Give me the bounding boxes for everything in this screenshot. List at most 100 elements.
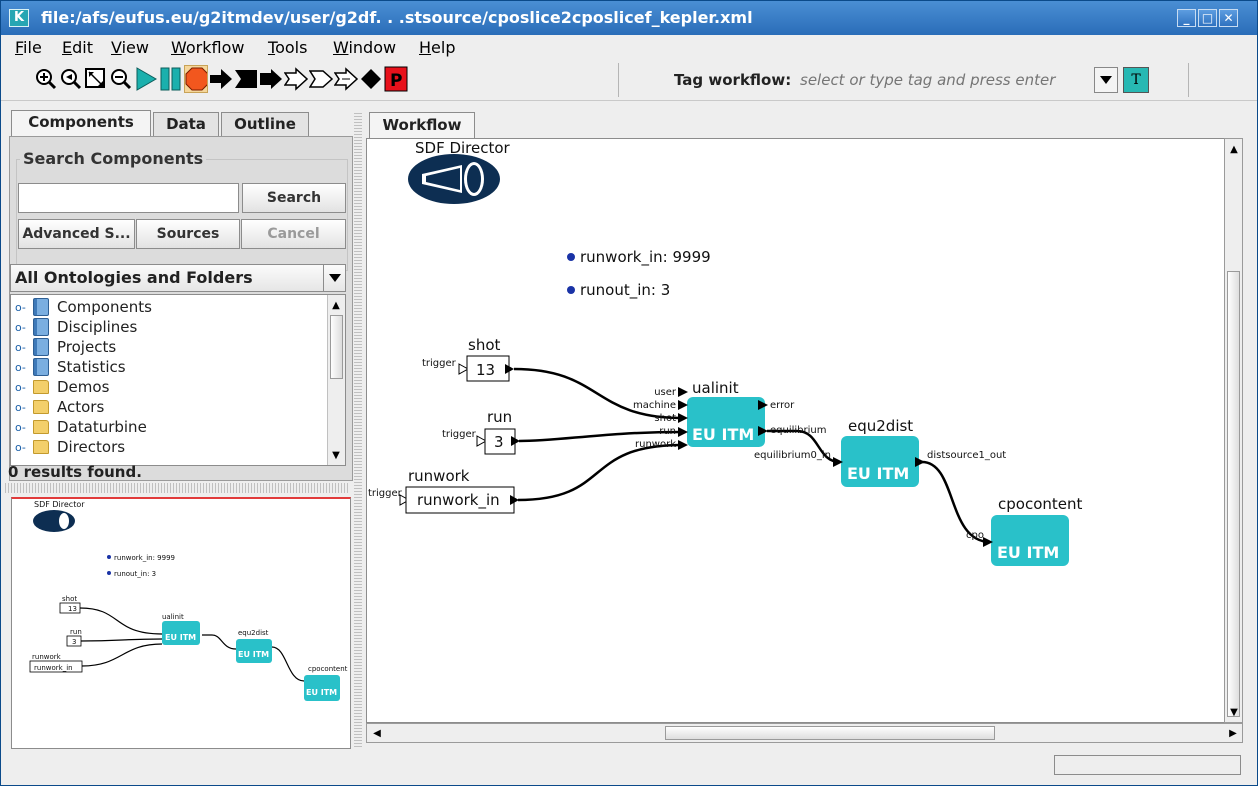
book-icon xyxy=(33,338,49,356)
menu-view[interactable]: View xyxy=(111,38,149,57)
cpocontent-port-cpo: cpo xyxy=(966,530,984,541)
sdf-director-icon[interactable] xyxy=(408,154,500,204)
overview-director-lens xyxy=(59,513,69,529)
vertical-splitter[interactable] xyxy=(354,111,362,747)
tree-item-components[interactable]: o- Components xyxy=(15,297,152,317)
advanced-search-button[interactable]: Advanced S... xyxy=(18,219,135,249)
folder-icon xyxy=(33,440,49,454)
ualinit-port-machine: machine xyxy=(633,400,676,411)
tab-workflow[interactable]: Workflow xyxy=(369,112,475,139)
search-button[interactable]: Search xyxy=(242,183,346,213)
overview-runwork-title: runwork xyxy=(32,653,62,661)
sources-button[interactable]: Sources xyxy=(136,219,240,249)
zoom-reset-icon[interactable] xyxy=(59,65,83,93)
pause-icon[interactable] xyxy=(159,65,183,93)
left-splitter[interactable] xyxy=(5,483,349,493)
canvas-hscroll-thumb[interactable] xyxy=(665,726,995,740)
folder-icon xyxy=(33,400,49,414)
tree-item-demos[interactable]: o- Demos xyxy=(15,377,109,397)
menu-file[interactable]: File xyxy=(15,38,42,57)
tree-item-label: Projects xyxy=(57,338,117,356)
shot-title: shot xyxy=(468,336,500,354)
ualinit-label: EU ITM xyxy=(692,425,754,444)
shot-trigger-port: trigger xyxy=(422,358,457,369)
tag-workflow-label: Tag workflow: xyxy=(674,71,792,89)
menu-tools[interactable]: Tools xyxy=(268,38,307,57)
flag-icon[interactable] xyxy=(234,65,258,93)
tab-components[interactable]: Components xyxy=(11,110,151,137)
tree-expand-icon[interactable]: o- xyxy=(15,301,33,314)
tree-expand-icon[interactable]: o- xyxy=(15,421,33,434)
maximize-button[interactable]: □ xyxy=(1198,9,1217,27)
tree-item-statistics[interactable]: o- Statistics xyxy=(15,357,126,377)
minimize-button[interactable]: _ xyxy=(1177,9,1196,27)
ontology-select-value: All Ontologies and Folders xyxy=(15,268,253,287)
hollow-arrow-icon[interactable] xyxy=(284,65,308,93)
scroll-down-icon[interactable]: ▼ xyxy=(328,447,344,463)
chevron-down-icon xyxy=(323,265,345,291)
tab-data[interactable]: Data xyxy=(153,112,219,136)
tree-item-projects[interactable]: o- Projects xyxy=(15,337,116,357)
canvas-horizontal-scrollbar[interactable]: ◀ ▶ xyxy=(366,723,1243,743)
tree-expand-icon[interactable]: o- xyxy=(15,381,33,394)
ualinit-port-equilibrium: equilibrium xyxy=(770,425,827,436)
tree-item-directors[interactable]: o- Directors xyxy=(15,437,125,457)
menu-help[interactable]: Help xyxy=(419,38,455,57)
run-value: 3 xyxy=(494,433,504,451)
ualinit-input-ports[interactable] xyxy=(678,387,688,450)
status-bar xyxy=(1,749,1257,785)
hollow-arrow-icon-3[interactable] xyxy=(334,65,358,93)
tag-workflow-input[interactable] xyxy=(798,67,1091,93)
arrow-right-icon[interactable] xyxy=(209,65,233,93)
arrow-right-icon-2[interactable] xyxy=(259,65,283,93)
close-button[interactable]: ✕ xyxy=(1219,9,1238,27)
scroll-left-icon[interactable]: ◀ xyxy=(369,725,385,741)
tag-dropdown-button[interactable] xyxy=(1094,67,1118,93)
menu-bar: File Edit View Workflow Tools Window Hel… xyxy=(1,35,1257,59)
cancel-button[interactable]: Cancel xyxy=(241,219,346,249)
menu-workflow[interactable]: Workflow xyxy=(171,38,244,57)
canvas-vertical-scrollbar[interactable]: ▲ ▼ xyxy=(1224,138,1243,723)
tree-scrollbar[interactable]: ▲ ▼ xyxy=(327,295,345,465)
ontology-select[interactable]: All Ontologies and Folders xyxy=(10,264,346,292)
menu-edit[interactable]: Edit xyxy=(62,38,93,57)
p-icon[interactable]: P xyxy=(384,65,408,93)
scroll-right-icon[interactable]: ▶ xyxy=(1225,725,1241,741)
output-port-icon[interactable] xyxy=(915,457,925,467)
window-title: file:/afs/eufus.eu/g2itmdev/user/g2df. .… xyxy=(41,8,753,27)
search-components-title: Search Components xyxy=(20,149,207,168)
zoom-in-icon[interactable] xyxy=(34,65,58,93)
param-runout-in[interactable]: runout_in: 3 xyxy=(580,281,670,300)
scroll-up-icon[interactable]: ▲ xyxy=(1226,141,1242,157)
tree-scroll-thumb[interactable] xyxy=(330,315,343,379)
run-icon[interactable] xyxy=(134,65,158,93)
stop-icon[interactable] xyxy=(184,65,208,93)
param-dot-icon xyxy=(567,286,575,294)
tree-expand-icon[interactable]: o- xyxy=(15,361,33,374)
param-runwork-in[interactable]: runwork_in: 9999 xyxy=(580,248,711,267)
tree-expand-icon[interactable]: o- xyxy=(15,321,33,334)
status-progress-field xyxy=(1054,755,1241,775)
canvas-vscroll-thumb[interactable] xyxy=(1227,271,1240,717)
tree-expand-icon[interactable]: o- xyxy=(15,441,33,454)
zoom-fit-icon[interactable] xyxy=(84,65,108,93)
equ2dist-title: equ2dist xyxy=(848,417,913,435)
zoom-out-icon[interactable] xyxy=(109,65,133,93)
tree-expand-icon[interactable]: o- xyxy=(15,341,33,354)
diamond-icon[interactable] xyxy=(359,65,383,93)
scroll-down-icon[interactable]: ▼ xyxy=(1226,704,1242,720)
tree-item-dataturbine[interactable]: o- Dataturbine xyxy=(15,417,147,437)
tree-item-actors[interactable]: o- Actors xyxy=(15,397,104,417)
tree-expand-icon[interactable]: o- xyxy=(15,401,33,414)
workflow-canvas[interactable]: SDF Director runwork_in: 9999 runout_in:… xyxy=(366,138,1243,723)
tree-item-disciplines[interactable]: o- Disciplines xyxy=(15,317,137,337)
menu-window[interactable]: Window xyxy=(333,38,396,57)
ualinit-port-runwork: runwork xyxy=(635,439,676,450)
tab-outline[interactable]: Outline xyxy=(221,112,309,136)
hollow-arrow-icon-2[interactable] xyxy=(309,65,333,93)
tree-item-label: Directors xyxy=(57,438,126,456)
scroll-up-icon[interactable]: ▲ xyxy=(328,297,344,313)
tag-apply-button[interactable]: T xyxy=(1123,67,1149,93)
workflow-overview[interactable]: SDF Director runwork_in: 9999 runout_in:… xyxy=(11,497,351,749)
search-input[interactable] xyxy=(18,183,239,213)
